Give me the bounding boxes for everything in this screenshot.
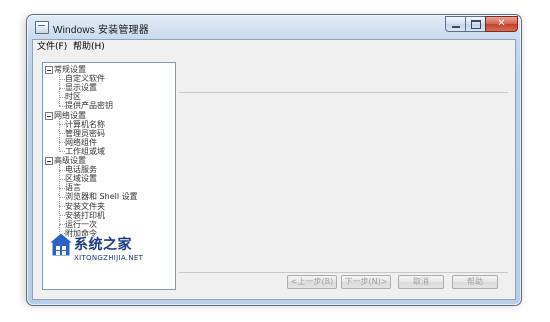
tree-branch-line [59,164,60,234]
tree-item[interactable]: 语言 [65,183,81,192]
help-button[interactable]: 帮助 [452,275,498,289]
watermark-url: XITONGZHIJIA.NET [74,254,144,262]
menu-help[interactable]: 帮助(H) [73,41,105,53]
tree-item[interactable]: 显示设置 [65,83,97,92]
tree-item[interactable]: 工作组或域 [65,147,105,156]
tree-item[interactable]: 自定义软件 [65,74,105,83]
tree-item[interactable]: 安装打印机 [65,211,105,220]
back-button[interactable]: <上一步(B) [287,275,337,289]
site-watermark: 系统之家 XITONGZHIJIA.NET [48,232,198,272]
app-icon [35,21,49,34]
tree-branch-line [59,118,60,152]
close-button[interactable]: ✕ [485,16,518,32]
minimize-button[interactable] [445,16,466,32]
footer-divider [179,272,508,273]
minimize-icon [451,26,460,28]
tree-item[interactable]: 提供产品密钥 [65,101,113,110]
content-divider [179,92,508,93]
tree-item[interactable]: 计算机名称 [65,120,105,129]
close-icon: ✕ [497,18,506,29]
tree-item[interactable]: 时区 [65,92,81,101]
maximize-button[interactable] [465,16,486,32]
expander-icon[interactable] [45,157,53,165]
maximize-icon [470,19,481,29]
next-button[interactable]: 下一步(N)> [341,275,391,289]
house-logo-icon [48,232,74,257]
window-title: Windows 安装管理器 [53,25,149,36]
tree-item[interactable]: 电话服务 [65,165,97,174]
tree-item[interactable]: 区域设置 [65,174,97,183]
menu-bar: 文件(F) 帮助(H) [33,40,515,54]
expander-icon[interactable] [45,111,53,120]
title-bar[interactable]: Windows 安装管理器 ✕ [27,15,521,39]
cancel-button[interactable]: 取消 [398,275,444,289]
tree-item[interactable]: 管理员密码 [65,129,105,138]
watermark-title: 系统之家 [74,237,132,253]
tree-item[interactable]: 安装文件夹 [65,202,105,211]
tree-item[interactable]: 运行一次 [65,220,97,229]
tree-branch-line [59,73,60,107]
tree-item[interactable]: 网络组件 [65,138,97,147]
tree-item[interactable]: 浏览器和 Shell 设置 [65,192,138,201]
menu-file[interactable]: 文件(F) [37,41,67,53]
expander-icon[interactable] [45,66,53,74]
